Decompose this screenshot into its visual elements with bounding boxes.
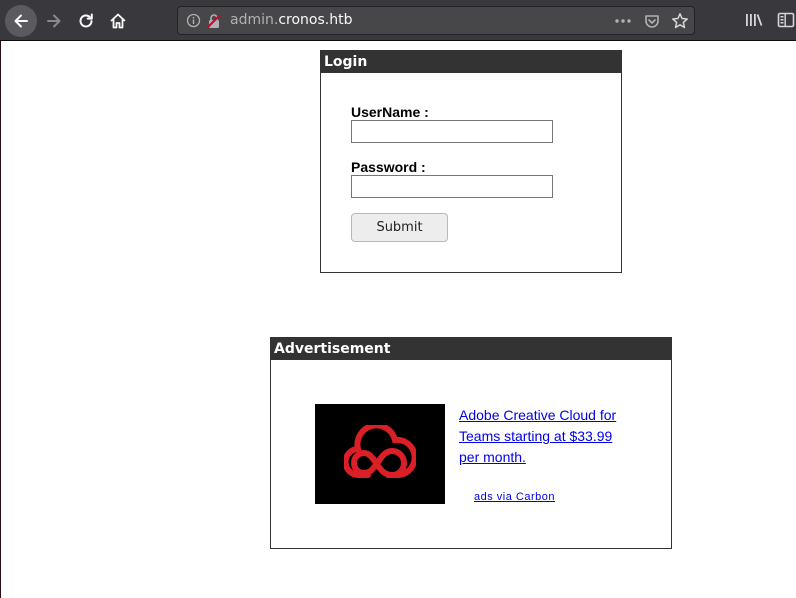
home-icon xyxy=(110,13,126,29)
home-button[interactable] xyxy=(103,6,133,36)
ad-image[interactable] xyxy=(315,404,445,504)
password-label: Password : xyxy=(351,159,426,175)
ad-header: Advertisement xyxy=(271,338,671,360)
submit-button[interactable]: Submit xyxy=(351,213,448,242)
arrow-right-icon xyxy=(47,14,61,28)
library-icon[interactable] xyxy=(744,11,764,29)
page-edge xyxy=(0,41,1,598)
ad-link[interactable]: Adobe Creative Cloud for Teams starting … xyxy=(459,405,634,468)
address-bar[interactable]: admin.cronos.htb xyxy=(177,6,695,35)
forward-button[interactable] xyxy=(39,6,69,36)
reload-button[interactable] xyxy=(71,6,101,36)
adobe-creative-cloud-logo-icon xyxy=(344,425,416,478)
url-subdomain: admin. xyxy=(230,12,279,28)
more-actions-icon[interactable] xyxy=(614,13,632,29)
ads-via-carbon-link[interactable]: ads via Carbon xyxy=(474,491,555,503)
browser-toolbar: admin.cronos.htb xyxy=(0,0,796,41)
username-input[interactable] xyxy=(351,120,553,143)
sidebar-icon[interactable] xyxy=(777,12,795,28)
pocket-icon[interactable] xyxy=(644,13,660,29)
back-button[interactable] xyxy=(5,5,37,37)
login-panel: Login UserName : Password : Submit xyxy=(320,50,622,273)
ad-panel: Advertisement Adobe Creative Cloud for T… xyxy=(270,337,672,549)
url-domain: cronos.htb xyxy=(278,12,353,28)
arrow-left-icon xyxy=(14,14,28,28)
insecure-lock-icon[interactable] xyxy=(206,13,222,29)
password-input[interactable] xyxy=(351,175,553,198)
info-icon[interactable] xyxy=(186,13,201,28)
url-text[interactable]: admin.cronos.htb xyxy=(230,12,352,29)
username-label: UserName : xyxy=(351,104,429,120)
reload-icon xyxy=(79,13,93,28)
bookmark-star-icon[interactable] xyxy=(671,12,689,30)
login-header: Login xyxy=(321,51,621,73)
